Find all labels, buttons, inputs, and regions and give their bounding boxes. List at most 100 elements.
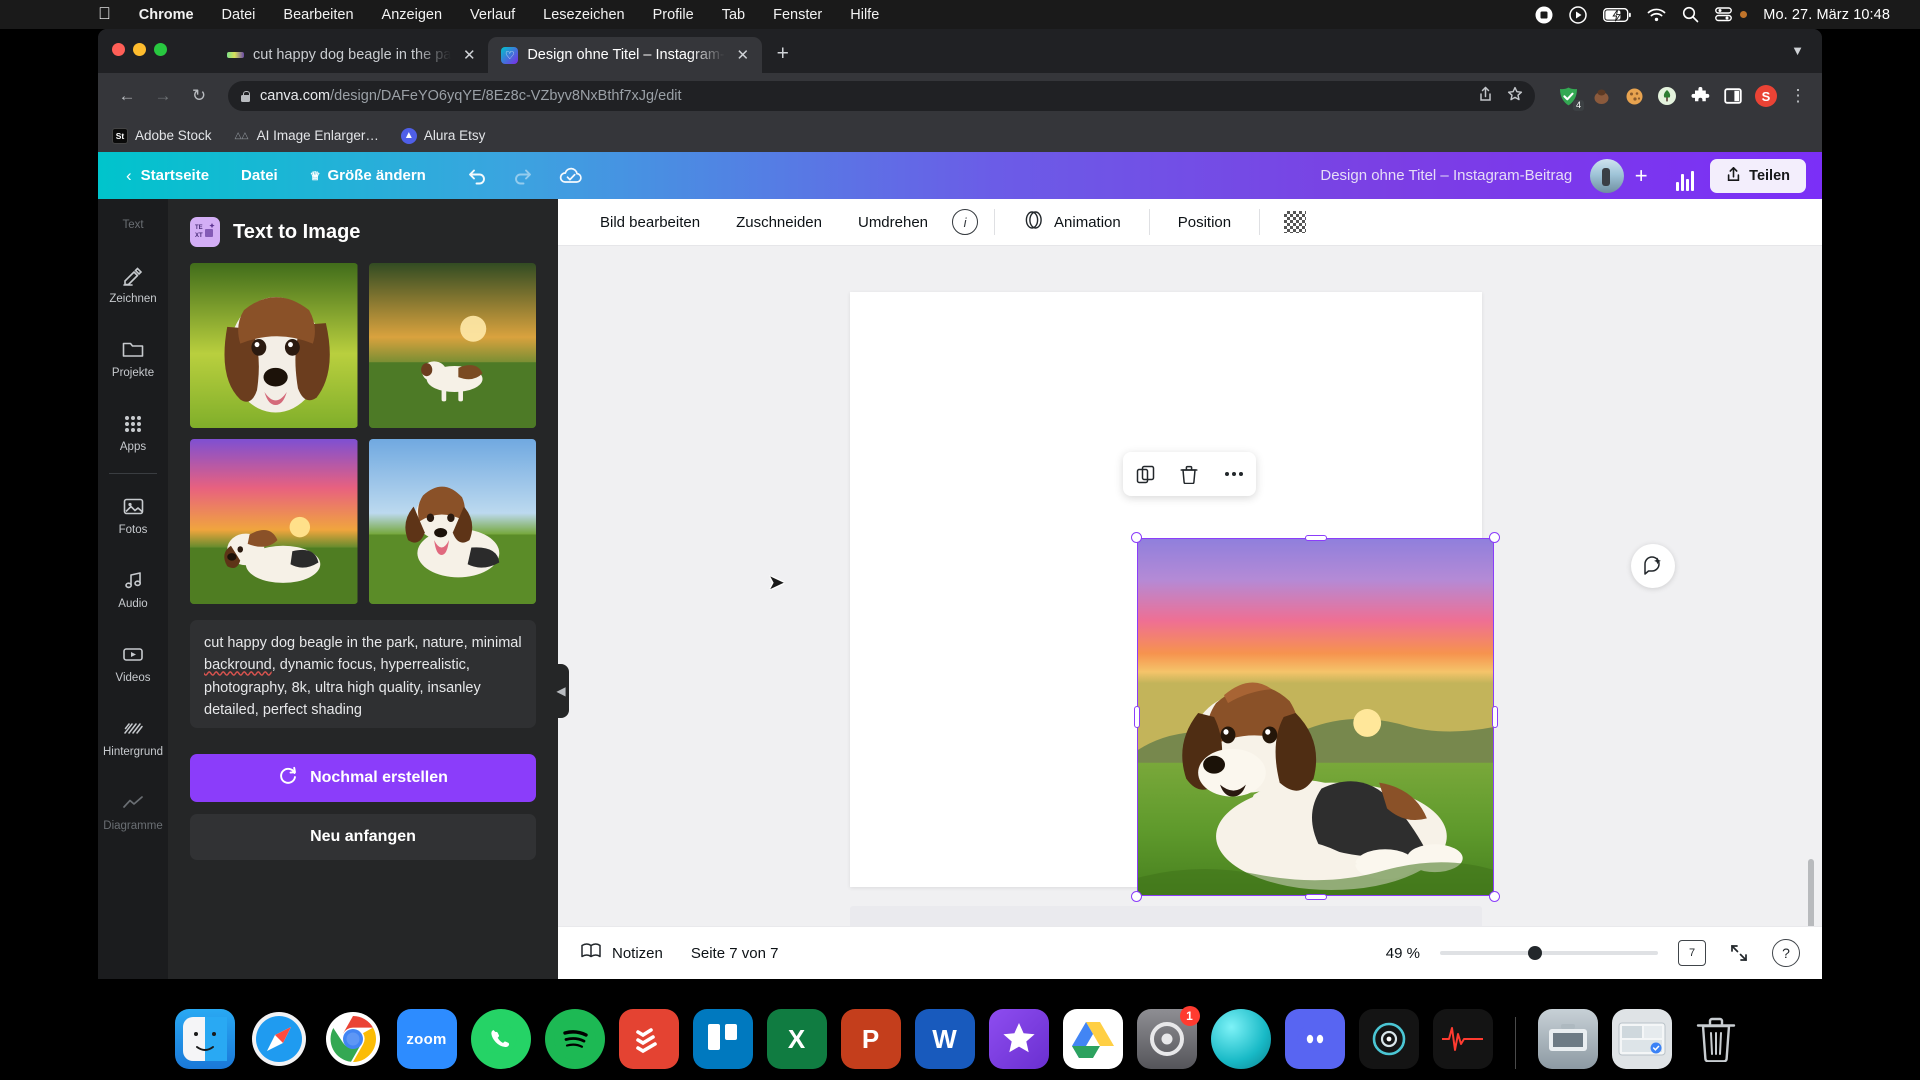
sidebar-item-hintergrund[interactable]: Hintergrund	[98, 700, 168, 774]
menubar-clock[interactable]: Mo. 27. März 10:48	[1763, 7, 1890, 23]
back-button[interactable]: ←	[112, 81, 142, 111]
transparency-checker-icon[interactable]	[1284, 211, 1307, 233]
undo-icon[interactable]	[464, 163, 490, 189]
regenerate-button[interactable]: Nochmal erstellen	[190, 754, 536, 802]
dock-teal-orb-icon[interactable]	[1210, 1009, 1271, 1069]
duplicate-icon[interactable]	[1130, 459, 1160, 489]
menu-chrome[interactable]: Chrome	[125, 7, 208, 23]
resize-handle-top-right[interactable]	[1489, 532, 1500, 543]
browser-tab-2[interactable]: ♡ Design ohne Titel – Instagram- ✕	[488, 37, 762, 73]
sidebar-item-fotos[interactable]: Fotos	[98, 478, 168, 552]
dock-spotify-icon[interactable]	[544, 1009, 605, 1069]
adblock-shield-icon[interactable]: 4	[1557, 85, 1584, 111]
maximize-window-button[interactable]	[154, 43, 167, 56]
tab-search-chevron-down-icon[interactable]: ▼	[1791, 43, 1804, 58]
resize-handle-top-left[interactable]	[1131, 532, 1142, 543]
resize-handle-bottom-left[interactable]	[1131, 891, 1142, 902]
zoom-slider-knob[interactable]	[1527, 946, 1542, 960]
avatar[interactable]	[1590, 158, 1625, 193]
thumbnail-beagle-lying-sunset[interactable]	[190, 439, 358, 604]
dock-powerpoint-icon[interactable]: P	[840, 1009, 901, 1069]
menu-datei[interactable]: Datei	[208, 7, 270, 23]
sidebar-item-text[interactable]: Text	[98, 203, 168, 247]
dock-google-drive-icon[interactable]	[1062, 1009, 1123, 1069]
sidebar-item-apps[interactable]: Apps	[98, 395, 168, 469]
dock-zoom-icon[interactable]: zoom	[396, 1009, 457, 1069]
dock-word-icon[interactable]: W	[914, 1009, 975, 1069]
menu-fenster[interactable]: Fenster	[759, 7, 836, 23]
search-icon[interactable]	[1682, 6, 1699, 23]
control-center-icon[interactable]	[1715, 7, 1733, 22]
resize-button[interactable]: ♕ Größe ändern	[294, 167, 442, 184]
resize-handle-bottom[interactable]	[1304, 893, 1327, 900]
file-menu-button[interactable]: Datei	[225, 167, 294, 184]
menu-verlauf[interactable]: Verlauf	[456, 7, 529, 23]
dock-screenshot-icon[interactable]	[1537, 1009, 1598, 1069]
selected-image-frame[interactable]	[1131, 532, 1500, 902]
new-tab-button[interactable]: +	[768, 39, 798, 69]
reload-button[interactable]: ↻	[184, 81, 214, 111]
thumbnail-beagle-tongue[interactable]	[368, 439, 536, 604]
trash-icon[interactable]	[1174, 459, 1204, 489]
dock-trello-icon[interactable]	[692, 1009, 753, 1069]
menu-lesezeichen[interactable]: Lesezeichen	[529, 7, 638, 23]
dock-whatsapp-icon[interactable]	[470, 1009, 531, 1069]
dock-canva-icon[interactable]	[988, 1009, 1049, 1069]
record-stop-icon[interactable]	[1535, 6, 1553, 24]
close-window-button[interactable]	[112, 43, 125, 56]
dock-system-settings-icon[interactable]: 1	[1136, 1006, 1200, 1069]
dock-audio-wave-icon[interactable]	[1432, 1009, 1493, 1069]
dock-window-preview-icon[interactable]	[1611, 1009, 1672, 1069]
thumbnail-beagle-closeup[interactable]	[190, 263, 358, 428]
page-indicator[interactable]: Seite 7 von 7	[691, 945, 779, 962]
resize-handle-right[interactable]	[1491, 706, 1498, 728]
forward-button[interactable]: →	[148, 81, 178, 111]
menu-tab[interactable]: Tab	[708, 7, 759, 23]
profile-avatar-icon[interactable]: S	[1755, 85, 1777, 107]
sidebar-item-videos[interactable]: Videos	[98, 626, 168, 700]
star-icon[interactable]	[1507, 86, 1523, 107]
animation-button[interactable]: Animation	[1005, 209, 1139, 235]
expand-icon[interactable]	[1726, 940, 1752, 966]
apple-logo-icon[interactable]: 	[98, 5, 125, 25]
close-tab-icon[interactable]: ✕	[734, 46, 752, 64]
menu-profile[interactable]: Profile	[639, 7, 708, 23]
sidebar-item-diagramme[interactable]: Diagramme	[98, 774, 168, 848]
position-button[interactable]: Position	[1160, 214, 1249, 231]
kebab-menu-icon[interactable]: ⋮	[1788, 86, 1808, 106]
info-icon[interactable]: i	[952, 209, 979, 235]
dock-safari-icon[interactable]	[249, 1009, 309, 1069]
redo-icon[interactable]	[510, 163, 536, 189]
flip-button[interactable]: Umdrehen	[840, 214, 946, 231]
share-icon[interactable]	[1478, 86, 1493, 107]
share-button[interactable]: Teilen	[1710, 158, 1806, 193]
tree-icon[interactable]	[1656, 85, 1678, 107]
sidepanel-icon[interactable]	[1722, 85, 1744, 107]
prompt-text[interactable]: cut happy dog beagle in the park, nature…	[190, 620, 536, 728]
edit-image-button[interactable]: Bild bearbeiten	[582, 214, 718, 231]
menu-bearbeiten[interactable]: Bearbeiten	[269, 7, 367, 23]
chestnut-icon[interactable]	[1590, 85, 1612, 107]
comment-add-icon[interactable]	[1631, 544, 1675, 588]
bookmark-alura-etsy[interactable]: ▲ Alura Etsy	[400, 127, 485, 144]
puzzle-extension-icon[interactable]	[1689, 85, 1711, 107]
notes-button[interactable]: Notizen	[580, 941, 663, 965]
resize-handle-top[interactable]	[1304, 534, 1327, 541]
restart-button[interactable]: Neu anfangen	[190, 814, 536, 860]
close-tab-icon[interactable]: ✕	[460, 46, 478, 64]
dock-excel-icon[interactable]: X	[766, 1009, 827, 1069]
add-collaborator-button[interactable]: +	[1628, 163, 1654, 189]
bookmark-adobe-stock[interactable]: St Adobe Stock	[112, 127, 212, 144]
document-title[interactable]: Design ohne Titel – Instagram-Beitrag	[1320, 167, 1590, 184]
dock-discord-icon[interactable]	[1284, 1009, 1345, 1069]
resize-handle-left[interactable]	[1133, 706, 1140, 728]
sidebar-item-zeichnen[interactable]: Zeichnen	[98, 247, 168, 321]
bar-chart-icon[interactable]	[1668, 161, 1702, 191]
home-button[interactable]: ‹ Startseite	[110, 166, 225, 186]
zoom-slider[interactable]	[1440, 946, 1658, 960]
battery-charging-icon[interactable]	[1603, 7, 1632, 22]
bookmark-ai-image-enlarger[interactable]: △△ AI Image Enlarger…	[234, 128, 379, 144]
menu-hilfe[interactable]: Hilfe	[836, 7, 893, 23]
pages-grid-button[interactable]: 7	[1678, 940, 1706, 966]
dock-kaleidoscope-icon[interactable]	[1358, 1009, 1419, 1069]
